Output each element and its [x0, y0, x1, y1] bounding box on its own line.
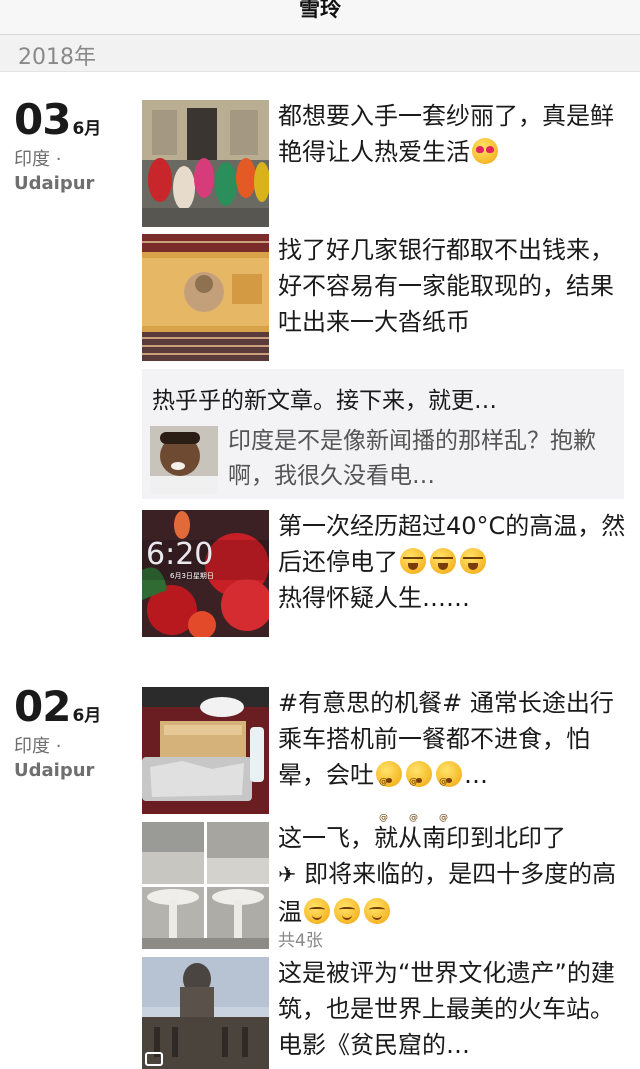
crying-laughing-emoji-icon [460, 548, 486, 574]
page-title: 雪玲 [299, 0, 341, 21]
date-block-03: 03 6月 印度 · Udaipur [14, 97, 101, 196]
railway-station-building-photo[interactable] [142, 957, 269, 1069]
location-city: Udaipur [14, 173, 95, 194]
smiling-face-emoji-icon [304, 898, 330, 924]
post-text: 找了好几家银行都取不出钱来，好不容易有一家能取现的，结果吐出来一大沓纸币 [278, 236, 614, 336]
post-text: #有意思的机餐# 通常长途出行乘车搭机前一餐都不进食，怕晕，会吐… [278, 685, 630, 836]
photo-count: 共4张 [278, 931, 323, 951]
dizzy-face-emoji-icon [436, 761, 462, 836]
women-in-saris-photo[interactable] [142, 100, 269, 227]
moment-post[interactable]: 这一飞，就从南印到北印了 ✈ 即将来临的，是四十多度的高温 共4张 [142, 822, 632, 951]
moment-post[interactable]: 6:20 6月3日星期日 第一次经历超过40°C的高温，然后还停电了 热得怀疑人生… [142, 510, 632, 638]
month-label: 6月 [72, 706, 102, 726]
year-label: 2018年 [18, 45, 96, 70]
location-city: Udaipur [14, 760, 95, 781]
date-block-02: 02 6月 印度 · Udaipur [14, 684, 101, 783]
shared-article-title: 印度是不是像新闻播的那样乱？抱歉啊，我很久没看电… [228, 428, 596, 489]
nav-bar: 雪玲 [0, 0, 640, 35]
shared-article-caption: 热乎乎的新文章。接下来，就更… [152, 388, 497, 414]
shared-article-card[interactable]: 热乎乎的新文章。接下来，就更… 印度是不是像新闻播的那样乱？抱歉啊，我很久没看电… [142, 369, 624, 499]
dizzy-face-emoji-icon [376, 761, 402, 836]
moment-post[interactable]: 这是被评为“世界文化遗产”的建筑，也是世界上最美的火车站。电影《贫民窟的… [142, 957, 632, 1069]
crying-laughing-emoji-icon [400, 548, 426, 574]
moment-post[interactable]: 都想要入手一套纱丽了，真是鲜艳得让人热爱生活 [142, 100, 632, 228]
location-country: 印度 · [14, 149, 62, 170]
location-country: 印度 · [14, 736, 62, 757]
day-number: 03 [14, 95, 71, 144]
moment-post[interactable]: #有意思的机餐# 通常长途出行乘车搭机前一餐都不进食，怕晕，会吐… [142, 685, 632, 836]
moment-post[interactable]: 找了好几家银行都取不出钱来，好不容易有一家能取现的，结果吐出来一大沓纸币 [142, 234, 632, 362]
crying-laughing-emoji-icon [430, 548, 456, 574]
post-text: 第一次经历超过40°C的高温，然后还停电了 热得怀疑人生…… [278, 512, 626, 612]
smiling-face-emoji-icon [334, 898, 360, 924]
airport-terminal-collage[interactable] [142, 822, 269, 949]
airplane-icon: ✈ [278, 863, 297, 888]
child-portrait-thumbnail [150, 426, 218, 494]
shared-article-link[interactable]: 印度是不是像新闻播的那样乱？抱歉啊，我很久没看电… [150, 424, 618, 494]
post-text: 这是被评为“世界文化遗产”的建筑，也是世界上最美的火车站。电影《贫民窟的… [278, 959, 615, 1059]
year-section-header: 2018年 [0, 35, 640, 72]
smiling-face-emoji-icon [364, 898, 390, 924]
airline-meal-photo[interactable] [142, 687, 269, 814]
svg-text:6月3日星期日: 6月3日星期日 [170, 572, 214, 580]
month-label: 6月 [72, 119, 102, 139]
rupee-banknotes-photo[interactable] [142, 234, 269, 361]
svg-text:6:20: 6:20 [146, 537, 213, 572]
post-text: 这一飞，就从南印到北印了 ✈ 即将来临的，是四十多度的高温 [278, 824, 617, 926]
day-number: 02 [14, 682, 71, 731]
heart-eyes-emoji-icon [472, 138, 498, 164]
post-text: 都想要入手一套纱丽了，真是鲜艳得让人热爱生活 [278, 102, 614, 166]
phone-lockscreen-flowers-photo[interactable]: 6:20 6月3日星期日 [142, 510, 269, 637]
dizzy-face-emoji-icon [406, 761, 432, 836]
